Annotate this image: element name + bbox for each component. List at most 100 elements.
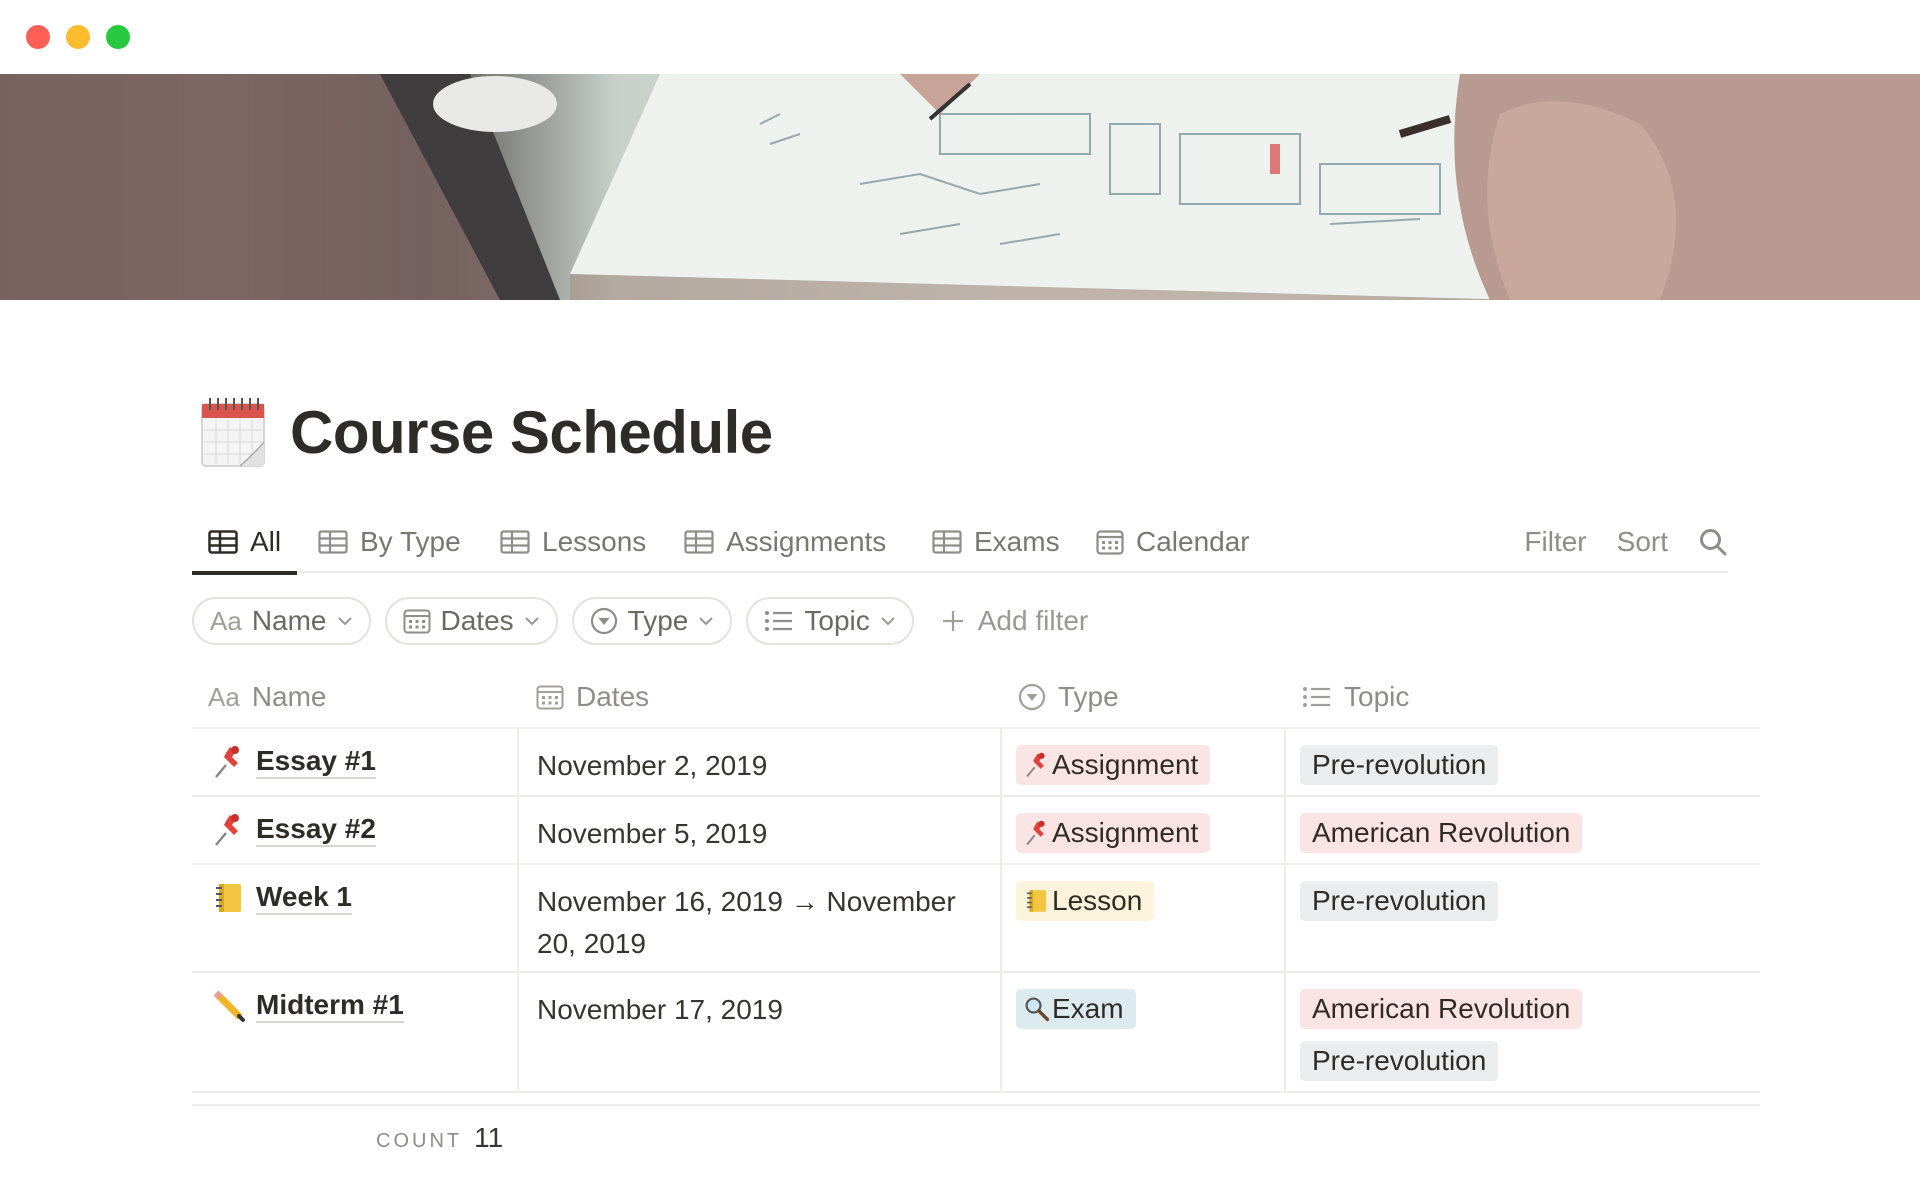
row-name: Essay #1 bbox=[256, 745, 376, 779]
dates-cell[interactable]: November 16, 2019 → November 20, 2019 bbox=[517, 865, 1000, 971]
view-tabs: All By Type Lessons Assignments Exams Ca… bbox=[191, 510, 1728, 575]
filter-chip-name[interactable]: Aa Name bbox=[192, 597, 371, 645]
table-icon bbox=[208, 529, 238, 554]
tab-label: Lessons bbox=[542, 525, 647, 557]
chevron-down-icon bbox=[524, 617, 539, 626]
select-icon bbox=[1018, 683, 1046, 711]
filter-chip-type[interactable]: Type bbox=[571, 597, 733, 645]
name-cell[interactable]: Essay #2 bbox=[192, 797, 517, 863]
tab-assignments[interactable]: Assignments bbox=[684, 510, 886, 573]
type-tag: Lesson bbox=[1016, 881, 1155, 921]
type-tag: Assignment bbox=[1016, 813, 1211, 853]
row-date: November 2, 2019 bbox=[537, 750, 768, 781]
text-property-icon: Aa bbox=[210, 605, 242, 636]
pencil-icon bbox=[213, 990, 245, 1022]
column-header-name[interactable]: Aa Name bbox=[208, 665, 327, 729]
close-window-button[interactable] bbox=[26, 25, 50, 49]
type-tag-label: Assignment bbox=[1052, 817, 1199, 848]
name-cell[interactable]: Midterm #1 bbox=[192, 973, 517, 1091]
tab-by-type[interactable]: By Type bbox=[318, 510, 461, 573]
add-filter-button[interactable]: Add filter bbox=[940, 605, 1088, 637]
filter-chip-label: Type bbox=[627, 605, 689, 636]
dates-cell[interactable]: November 5, 2019 bbox=[517, 797, 1000, 863]
dates-cell[interactable]: November 2, 2019 bbox=[517, 729, 1000, 795]
tab-label: Assignments bbox=[726, 525, 887, 557]
table-row[interactable]: Essay #2 November 5, 2019 Assignment Ame… bbox=[192, 797, 1760, 865]
chevron-down-icon bbox=[881, 617, 895, 626]
filter-button[interactable]: Filter bbox=[1524, 526, 1586, 558]
column-header-topic[interactable]: Topic bbox=[1302, 665, 1409, 729]
topic-tag: Pre-revolution bbox=[1300, 1041, 1499, 1081]
filter-chip-label: Dates bbox=[440, 605, 514, 636]
table-header: Aa Name Dates Type Topic bbox=[192, 665, 1760, 729]
topic-cell[interactable]: American Revolution bbox=[1284, 797, 1760, 863]
name-cell[interactable]: Week 1 bbox=[192, 865, 517, 971]
database-table: Aa Name Dates Type Topic Essay #1 Novemb… bbox=[192, 665, 1760, 1093]
notebook-icon bbox=[216, 884, 241, 912]
minimize-window-button[interactable] bbox=[66, 25, 90, 49]
row-name: Week 1 bbox=[256, 881, 352, 915]
filter-chip-dates[interactable]: Dates bbox=[384, 597, 558, 645]
row-name: Midterm #1 bbox=[256, 989, 404, 1023]
column-label: Type bbox=[1058, 681, 1119, 712]
type-tag: Exam bbox=[1016, 989, 1136, 1029]
table-row[interactable]: Week 1 November 16, 2019 → November 20, … bbox=[192, 865, 1760, 973]
count-footer[interactable]: COUNT 11 bbox=[376, 1122, 503, 1154]
tab-label: Exams bbox=[974, 525, 1060, 557]
filter-chip-topic[interactable]: Topic bbox=[746, 597, 914, 645]
list-icon bbox=[765, 611, 793, 631]
table-row[interactable]: Essay #1 November 2, 2019 Assignment Pre… bbox=[192, 729, 1760, 797]
spiral-calendar-icon[interactable] bbox=[200, 396, 268, 468]
topic-tag: American Revolution bbox=[1300, 813, 1583, 853]
topic-tag: Pre-revolution bbox=[1300, 881, 1499, 921]
type-cell[interactable]: Assignment bbox=[1000, 729, 1284, 795]
row-date: November 17, 2019 bbox=[537, 994, 783, 1025]
select-icon bbox=[590, 607, 617, 635]
topic-tag: Pre-revolution bbox=[1300, 745, 1499, 785]
page-title: Course Schedule bbox=[290, 399, 773, 466]
topic-tag: American Revolution bbox=[1300, 989, 1583, 1029]
cover-image bbox=[0, 74, 1920, 300]
dates-cell[interactable]: November 17, 2019 bbox=[517, 973, 1000, 1091]
column-header-type[interactable]: Type bbox=[1018, 665, 1119, 729]
type-tag-label: Assignment bbox=[1052, 749, 1199, 780]
calendar-icon bbox=[536, 685, 564, 710]
filter-chip-label: Name bbox=[251, 605, 327, 636]
pushpin-icon bbox=[215, 814, 239, 846]
table-row[interactable]: Midterm #1 November 17, 2019 Exam Americ… bbox=[192, 973, 1760, 1093]
topic-cell[interactable]: American Revolution Pre-revolution bbox=[1284, 973, 1760, 1091]
column-label: Name bbox=[251, 681, 327, 712]
notebook-icon bbox=[1027, 890, 1047, 912]
calendar-icon bbox=[1096, 529, 1124, 555]
column-header-dates[interactable]: Dates bbox=[536, 665, 649, 729]
column-label: Dates bbox=[576, 681, 650, 712]
type-tag-label: Exam bbox=[1052, 993, 1124, 1024]
calendar-icon bbox=[403, 609, 431, 634]
column-label: Topic bbox=[1344, 681, 1410, 712]
table-icon bbox=[684, 529, 714, 554]
magnifier-icon bbox=[1025, 997, 1050, 1022]
pushpin-icon bbox=[1026, 752, 1045, 778]
zoom-window-button[interactable] bbox=[106, 25, 130, 49]
tab-label: All bbox=[250, 525, 282, 557]
tab-lessons[interactable]: Lessons bbox=[500, 510, 646, 573]
name-cell[interactable]: Essay #1 bbox=[192, 729, 517, 795]
tab-all[interactable]: All bbox=[191, 510, 298, 575]
row-name: Essay #2 bbox=[256, 813, 376, 847]
type-cell[interactable]: Lesson bbox=[1000, 865, 1284, 971]
list-icon bbox=[1303, 687, 1330, 707]
tab-label: By Type bbox=[360, 525, 461, 557]
count-value: 11 bbox=[474, 1122, 504, 1153]
tab-calendar[interactable]: Calendar bbox=[1096, 510, 1250, 573]
filter-chip-label: Topic bbox=[804, 605, 870, 636]
topic-cell[interactable]: Pre-revolution bbox=[1284, 729, 1760, 795]
window-titlebar bbox=[0, 0, 1920, 74]
sort-button[interactable]: Sort bbox=[1617, 526, 1668, 558]
topic-cell[interactable]: Pre-revolution bbox=[1284, 865, 1760, 971]
table-icon bbox=[318, 529, 348, 554]
tab-exams[interactable]: Exams bbox=[932, 510, 1060, 573]
type-cell[interactable]: Assignment bbox=[1000, 797, 1284, 863]
pushpin-icon bbox=[215, 746, 239, 778]
type-cell[interactable]: Exam bbox=[1000, 973, 1284, 1091]
search-icon[interactable] bbox=[1698, 527, 1728, 557]
